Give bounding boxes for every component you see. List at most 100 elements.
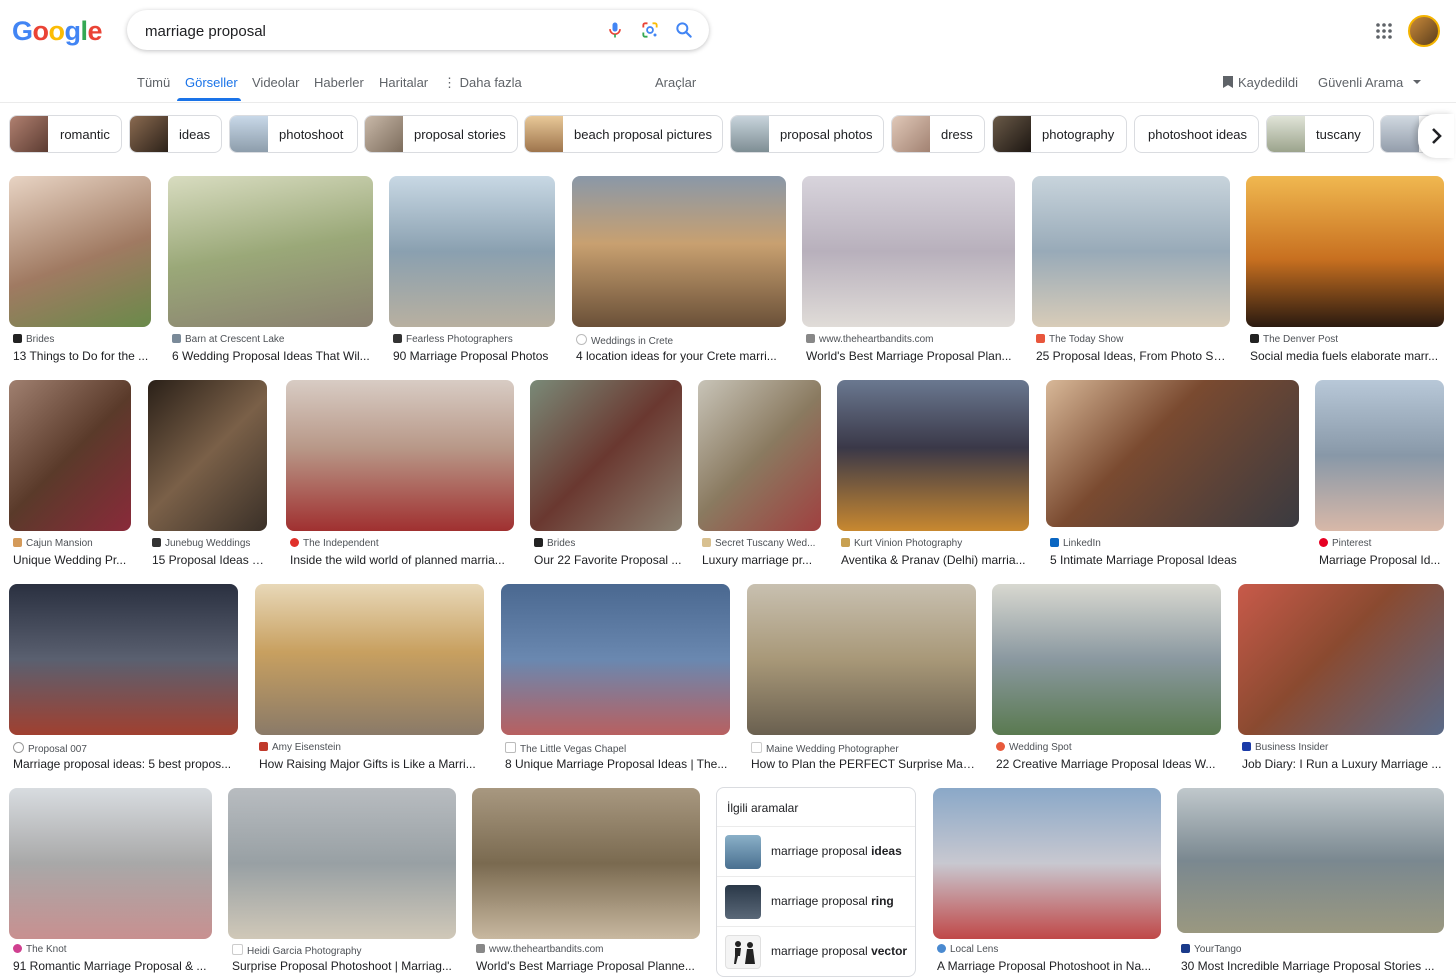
search-icon[interactable] xyxy=(674,20,694,40)
result-title[interactable]: 30 Most Incredible Marriage Proposal Sto… xyxy=(1181,959,1444,973)
chip-thumbnail xyxy=(1267,116,1305,152)
related-label-prefix: marriage proposal xyxy=(771,844,872,858)
related-search-item[interactable]: marriage proposal ideas xyxy=(717,826,915,877)
chips-next-button[interactable] xyxy=(1418,114,1454,158)
tab-all[interactable]: Tümü xyxy=(137,75,170,90)
related-searches-heading: İlgili aramalar xyxy=(727,801,799,815)
result-image xyxy=(168,176,373,327)
logo-letter: o xyxy=(32,16,50,46)
source-label: Local Lens xyxy=(950,944,999,955)
result-title[interactable]: Inside the wild world of planned marria.… xyxy=(290,553,514,567)
chip-label: romantic xyxy=(60,127,110,142)
result-source: Cajun Mansion xyxy=(13,538,131,549)
result-image xyxy=(1177,788,1444,933)
result-title[interactable]: How Raising Major Gifts is Like a Marri.… xyxy=(259,757,484,771)
search-input[interactable] xyxy=(143,18,587,44)
chip-ideas[interactable]: ideas xyxy=(129,115,222,153)
favicon-icon xyxy=(576,334,587,345)
related-search-item[interactable]: marriage proposal vector xyxy=(717,926,915,976)
result-title[interactable]: Unique Wedding Pr... xyxy=(13,553,131,567)
tab-images[interactable]: Görseller xyxy=(185,75,238,90)
result-title[interactable]: 13 Things to Do for the ... xyxy=(13,349,151,363)
chip-proposal-stories[interactable]: proposal stories xyxy=(364,115,518,153)
safesearch-button[interactable]: Güvenli Arama xyxy=(1318,75,1422,90)
apps-grid-icon[interactable] xyxy=(1375,22,1393,40)
favicon-icon xyxy=(937,944,946,953)
result-title[interactable]: 8 Unique Marriage Proposal Ideas | The..… xyxy=(505,757,730,771)
result-title[interactable]: Our 22 Favorite Proposal ... xyxy=(534,553,682,567)
related-label-prefix: marriage proposal xyxy=(771,894,872,908)
source-label: Heidi Garcia Photography xyxy=(247,946,362,957)
result-title[interactable]: World's Best Marriage Proposal Plan... xyxy=(806,349,1015,363)
search-box xyxy=(127,10,709,50)
tab-more[interactable]: ⋮ Daha fazla xyxy=(443,75,522,91)
source-label: The Little Vegas Chapel xyxy=(520,744,627,755)
source-label: The Today Show xyxy=(1049,334,1124,345)
source-label: Wedding Spot xyxy=(1009,742,1072,753)
result-source: The Today Show xyxy=(1036,334,1230,345)
google-logo[interactable]: Google xyxy=(12,16,103,47)
result-title[interactable]: 90 Marriage Proposal Photos xyxy=(393,349,555,363)
favicon-icon xyxy=(1242,742,1251,751)
saved-button[interactable]: Kaydedildi xyxy=(1222,75,1298,90)
result-title[interactable]: A Marriage Proposal Photoshoot in Na... xyxy=(937,959,1161,973)
result-image xyxy=(572,176,786,327)
related-label: marriage proposal ideas xyxy=(771,844,902,858)
favicon-icon xyxy=(841,538,850,547)
result-title[interactable]: 5 Intimate Marriage Proposal Ideas xyxy=(1050,553,1299,567)
result-title[interactable]: Surprise Proposal Photoshoot | Marriag..… xyxy=(232,959,456,973)
related-searches-panel: İlgili aramalar marriage proposal ideas … xyxy=(716,787,916,977)
chip-photoshoot[interactable]: photoshoot xyxy=(229,115,358,153)
tab-news[interactable]: Haberler xyxy=(314,75,364,90)
tab-maps[interactable]: Haritalar xyxy=(379,75,428,90)
result-title[interactable]: Aventika & Pranav (Delhi) marria... xyxy=(841,553,1029,567)
source-label: Junebug Weddings xyxy=(165,538,251,549)
result-title[interactable]: Job Diary: I Run a Luxury Marriage ... xyxy=(1242,757,1444,771)
chip-proposal-photos[interactable]: proposal photos xyxy=(730,115,884,153)
microphone-icon[interactable] xyxy=(605,20,625,40)
result-image xyxy=(472,788,700,939)
related-search-item[interactable]: marriage proposal ring xyxy=(717,876,915,927)
result-source: Wedding Spot xyxy=(996,742,1221,753)
result-title[interactable]: 91 Romantic Marriage Proposal & ... xyxy=(13,959,212,973)
chip-photography[interactable]: photography xyxy=(992,115,1127,153)
result-title[interactable]: 25 Proposal Ideas, From Photo Sh... xyxy=(1036,349,1230,363)
result-image xyxy=(747,584,976,735)
result-title[interactable]: World's Best Marriage Proposal Planne... xyxy=(476,959,700,973)
logo-letter: g xyxy=(64,16,82,46)
active-tab-indicator xyxy=(177,98,241,101)
avatar[interactable] xyxy=(1408,15,1440,47)
result-title[interactable]: Luxury marriage pr... xyxy=(702,553,821,567)
chip-label: dress xyxy=(941,127,973,142)
chip-romantic[interactable]: romantic xyxy=(9,115,122,153)
chip-beach-proposal-pictures[interactable]: beach proposal pictures xyxy=(524,115,723,153)
tools-button[interactable]: Araçlar xyxy=(655,75,696,90)
chip-tuscany[interactable]: tuscany xyxy=(1266,115,1374,153)
result-title[interactable]: 6 Wedding Proposal Ideas That Wil... xyxy=(172,349,372,363)
google-lens-icon[interactable] xyxy=(640,20,660,40)
chip-dress[interactable]: dress xyxy=(891,115,985,153)
chip-photoshoot-ideas[interactable]: photoshoot ideas xyxy=(1134,115,1259,153)
source-label: Secret Tuscany Wed... xyxy=(715,538,816,549)
result-source: Barn at Crescent Lake xyxy=(172,334,372,345)
source-label: LinkedIn xyxy=(1063,538,1101,549)
source-label: Fearless Photographers xyxy=(406,334,513,345)
result-image xyxy=(389,176,555,327)
result-title[interactable]: Marriage Proposal Id... xyxy=(1319,553,1444,567)
result-image xyxy=(992,584,1221,735)
result-source: Brides xyxy=(534,538,682,549)
source-label: Weddings in Crete xyxy=(591,336,674,347)
dropdown-arrow-icon xyxy=(1412,80,1421,84)
related-thumbnail xyxy=(725,835,761,869)
tab-videos[interactable]: Videolar xyxy=(252,75,299,90)
favicon-icon xyxy=(290,538,299,547)
result-title[interactable]: Social media fuels elaborate marr... xyxy=(1250,349,1444,363)
chip-label: photoshoot xyxy=(279,127,344,142)
result-title[interactable]: 22 Creative Marriage Proposal Ideas W... xyxy=(996,757,1221,771)
result-source: Secret Tuscany Wed... xyxy=(702,538,821,549)
result-title[interactable]: Marriage proposal ideas: 5 best propos..… xyxy=(13,757,238,771)
result-title[interactable]: 15 Proposal Ideas T... xyxy=(152,553,267,567)
result-title[interactable]: How to Plan the PERFECT Surprise Mar... xyxy=(751,757,976,771)
result-title[interactable]: 4 location ideas for your Crete marri... xyxy=(576,349,786,363)
source-label: The Denver Post xyxy=(1263,334,1339,345)
